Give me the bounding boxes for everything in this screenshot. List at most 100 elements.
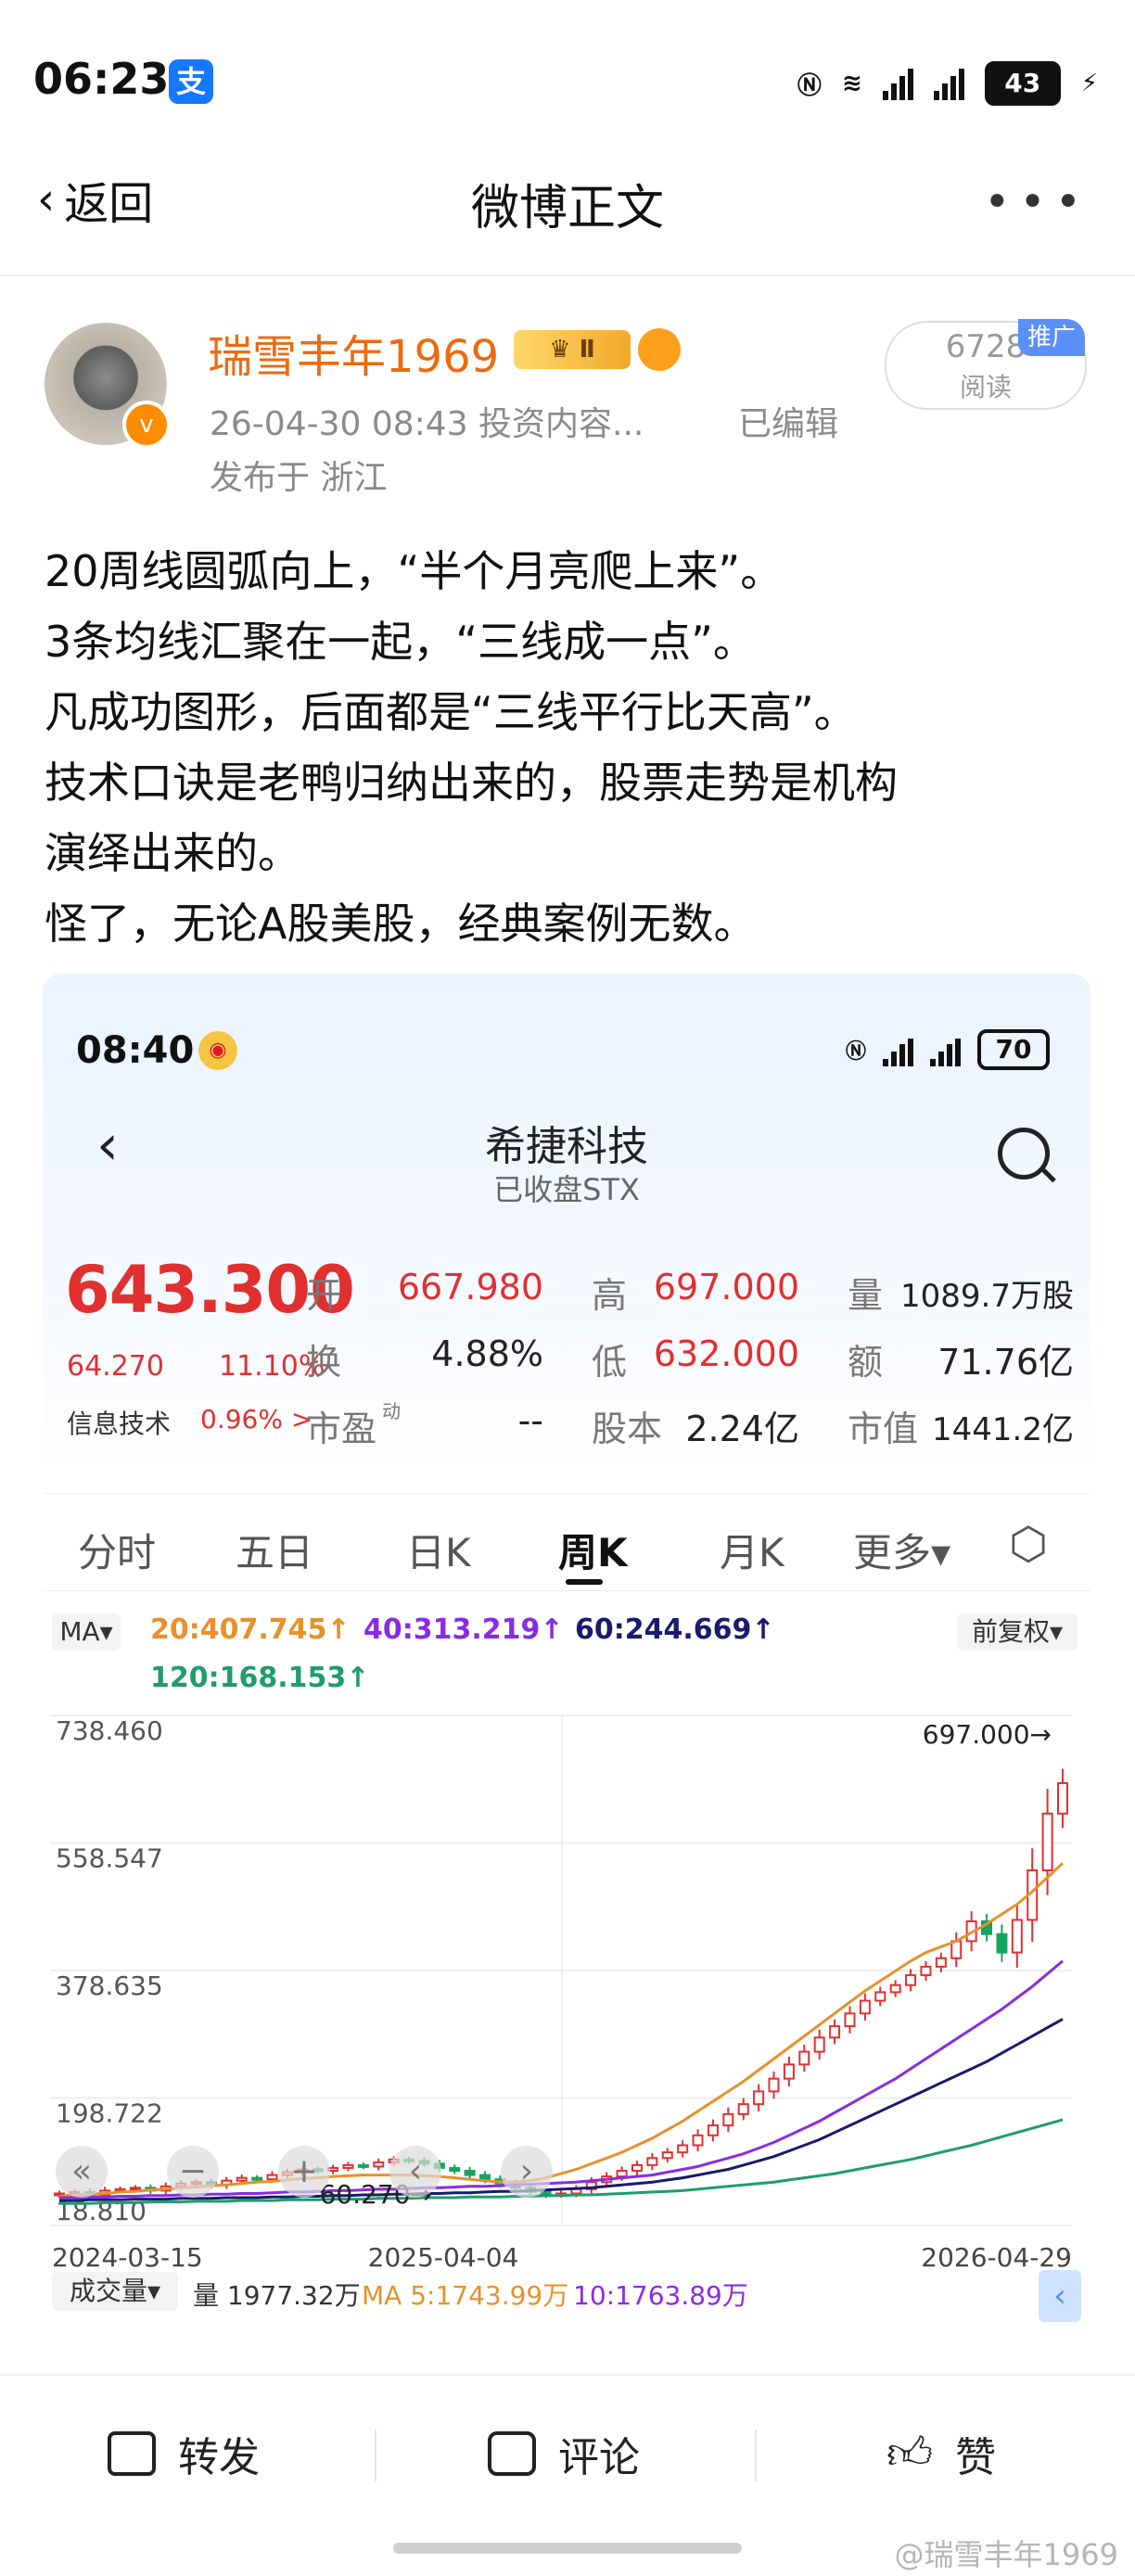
divider xyxy=(0,274,1135,276)
nfc-icon: Ⓝ xyxy=(845,1040,866,1064)
candle-body xyxy=(829,2025,841,2039)
alipay-icon: 支 xyxy=(169,59,213,104)
battery-icon: 43 xyxy=(984,61,1061,106)
thumbs-up-icon: 👍︎ xyxy=(886,2428,934,2480)
tab-monthly-k[interactable]: 月K xyxy=(720,1522,784,1578)
zoom-in-icon[interactable]: + xyxy=(278,2146,330,2198)
post-body: 20周线圆弧向上，“半个月亮爬上来”。 3条均线汇聚在一起，“三线成一点”。 凡… xyxy=(45,536,1092,959)
divider xyxy=(375,2429,376,2481)
zoom-out-icon[interactable]: − xyxy=(167,2146,219,2198)
ma20-legend: 20:407.745↑ xyxy=(150,1613,351,1646)
candle-body xyxy=(1011,1919,1023,1954)
candle-body xyxy=(661,2151,673,2160)
candle-body xyxy=(920,1965,932,1977)
x-tick-label: 2025-04-04 xyxy=(368,2242,519,2273)
candle-body xyxy=(707,2124,719,2136)
volume-value: 1089.7万股 xyxy=(900,1278,1074,1315)
price-change: 64.270 xyxy=(67,1350,164,1383)
embedded-screenshot[interactable]: 08:40 ◉ Ⓝ 70 ‹ 希捷科技 已收盘STX 643.300 64.27… xyxy=(43,974,1090,2365)
turnover-value: 4.88% xyxy=(431,1333,543,1374)
settings-hexagon-icon[interactable]: ⬡ xyxy=(1009,1518,1048,1570)
vip-badge: ♛ Ⅱ xyxy=(514,330,631,369)
status-icons: Ⓝ ≋ 43 ⚡ xyxy=(797,57,1098,109)
candle-body xyxy=(813,2036,825,2053)
post-line: 3条均线汇聚在一起，“三线成一点”。 xyxy=(45,617,756,667)
volume-dropdown[interactable]: 成交量▾ xyxy=(52,2272,178,2311)
pan-right-icon[interactable]: › xyxy=(501,2146,553,2198)
candle-body xyxy=(631,2163,643,2173)
candle-body xyxy=(996,1932,1008,1954)
weibo-icon: ◉ xyxy=(198,1031,237,1070)
watermark: @瑞雪丰年1969 xyxy=(894,2537,1118,2572)
screenshot-status-icons: Ⓝ 70 xyxy=(846,1029,1050,1070)
tab-intraday[interactable]: 分时 xyxy=(78,1522,156,1578)
collapse-side-icon[interactable]: ‹ xyxy=(1039,2270,1081,2322)
post-meta: 26-04-30 08:43 投资内容... xyxy=(210,405,644,443)
candle-body xyxy=(889,1983,901,1994)
stock-name: 希捷科技 xyxy=(485,1123,648,1170)
candle-body xyxy=(1041,1812,1053,1871)
page-title: 微博正文 xyxy=(470,181,664,236)
promo-badge[interactable]: 推广 xyxy=(1018,319,1086,356)
open-value: 667.980 xyxy=(397,1267,543,1307)
repost-label: 转发 xyxy=(178,2434,260,2481)
ma60-legend: 60:244.669↑ xyxy=(575,1613,775,1646)
share-icon xyxy=(108,2431,156,2476)
tab-five-day[interactable]: 五日 xyxy=(236,1522,313,1578)
verified-badge-icon: v xyxy=(122,401,171,449)
post-location: 发布于 浙江 xyxy=(210,459,388,497)
mcap-value: 1441.2亿 xyxy=(932,1411,1074,1448)
ma120-legend: 120:168.153↑ xyxy=(150,1662,370,1694)
high-value: 697.000 xyxy=(653,1267,799,1307)
adjust-dropdown[interactable]: 前复权▾ xyxy=(957,1613,1078,1651)
candle-body xyxy=(692,2134,704,2147)
y-tick-label: 378.635 xyxy=(56,1970,163,2001)
post-line: 技术口诀是老鸭归纳出来的，股票走势是机构 xyxy=(45,758,898,808)
x-tick-label: 2026-04-29 xyxy=(921,2242,1072,2273)
active-tab-indicator xyxy=(566,1579,603,1585)
y-tick-label: 558.547 xyxy=(56,1843,163,1874)
comment-button[interactable]: 评论 xyxy=(488,2424,640,2483)
candle-body xyxy=(1057,1781,1068,1815)
more-icon[interactable]: ••• xyxy=(984,176,1090,228)
candle-body xyxy=(677,2144,689,2154)
status-time: 06:23 xyxy=(33,54,170,104)
rewind-icon[interactable]: « xyxy=(56,2146,108,2198)
candle-body xyxy=(905,1974,917,1986)
pe-value: -- xyxy=(517,1400,543,1441)
pan-left-icon[interactable]: ‹ xyxy=(389,2146,441,2198)
author-name[interactable]: 瑞雪丰年1969 xyxy=(208,320,499,385)
sector-change: 0.96% > xyxy=(200,1404,313,1435)
charging-icon: ⚡ xyxy=(1080,70,1098,97)
turnover-label: 换 xyxy=(306,1342,342,1383)
candle-body xyxy=(768,2077,780,2093)
ma-dropdown[interactable]: MA▾ xyxy=(52,1613,121,1651)
volume-value: 量 1977.32万 xyxy=(193,2280,361,2311)
post-line: 演绎出来的。 xyxy=(45,828,300,878)
like-button[interactable]: 👍︎ 赞 xyxy=(886,2424,996,2483)
tab-daily-k[interactable]: 日K xyxy=(406,1522,471,1578)
tab-weekly-k[interactable]: 周K xyxy=(558,1522,628,1578)
signal-icon xyxy=(883,1033,913,1066)
repost-button[interactable]: 转发 xyxy=(108,2424,260,2483)
shares-value: 2.24亿 xyxy=(685,1409,799,1449)
zoom-controls: « − + ‹ › xyxy=(43,2142,562,2201)
chart-tabs: 分时 五日 日K 周K 月K 更多▾ ⬡ xyxy=(43,1493,1090,1591)
post-line: 20周线圆弧向上，“半个月亮爬上来”。 xyxy=(45,546,784,596)
volume-ma10: 10:1763.89万 xyxy=(573,2280,748,2311)
candle-body xyxy=(722,2112,734,2127)
edited-label[interactable]: 已编辑 xyxy=(738,397,838,445)
nfc-icon: Ⓝ xyxy=(797,71,822,100)
read-label: 阅读 xyxy=(959,372,1012,402)
ma40-legend: 40:313.219↑ xyxy=(363,1613,564,1646)
stock-subtitle: 已收盘STX xyxy=(493,1172,640,1207)
sector-label: 信息技术 xyxy=(67,1409,172,1439)
wifi-icon: ≋ xyxy=(841,70,862,97)
divider xyxy=(755,2429,757,2481)
candle-body xyxy=(783,2063,795,2080)
amount-value: 71.76亿 xyxy=(937,1342,1074,1383)
like-label: 赞 xyxy=(955,2434,997,2481)
post-line: 凡成功图形，后面都是“三线平行比天高”。 xyxy=(45,687,857,737)
tab-more[interactable]: 更多▾ xyxy=(853,1522,950,1578)
candle-body xyxy=(874,1991,886,2002)
